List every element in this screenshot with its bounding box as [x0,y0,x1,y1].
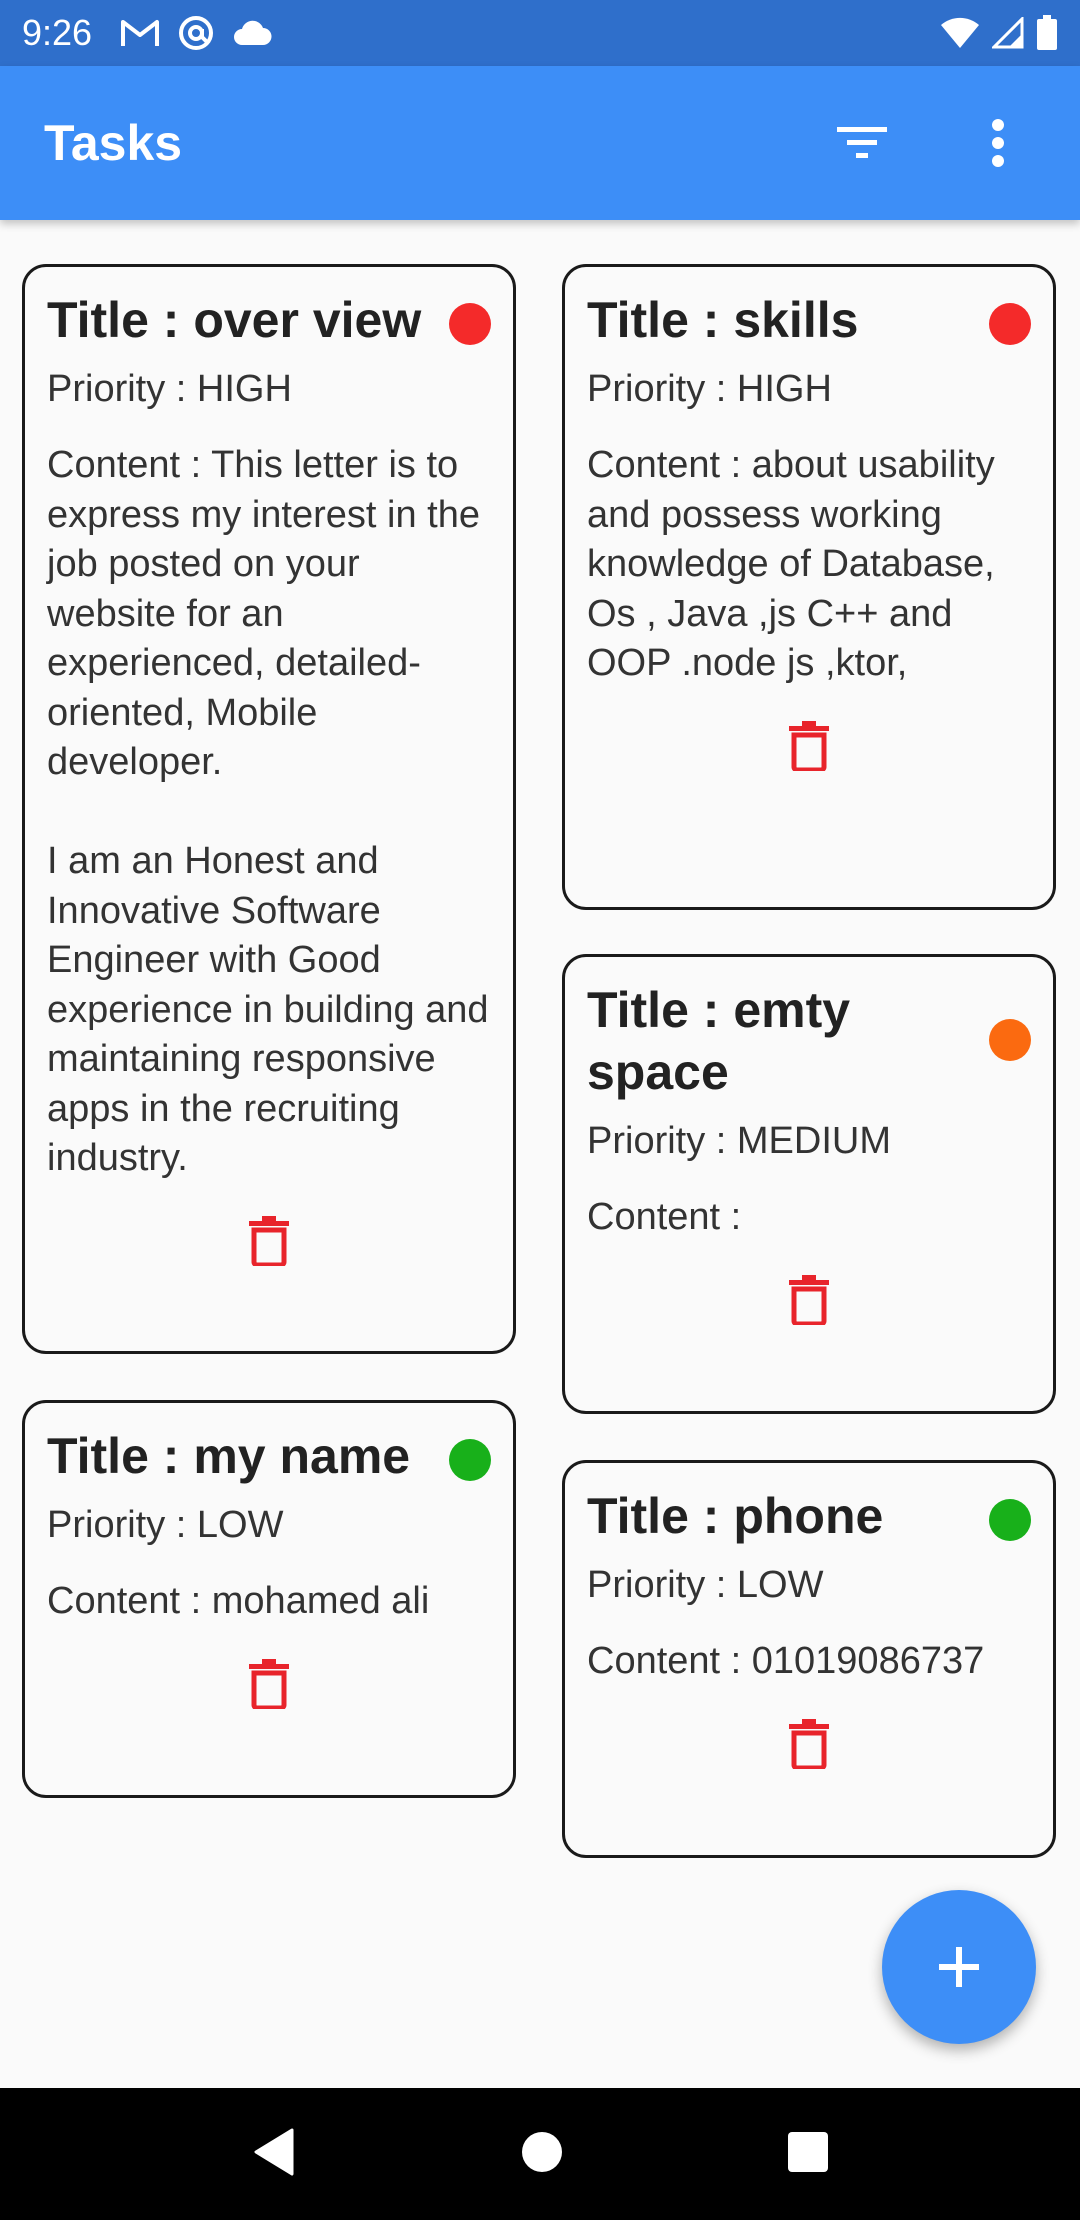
add-task-button[interactable] [882,1890,1036,2044]
filter-button[interactable] [824,105,900,181]
task-priority: Priority : LOW [47,1504,284,1546]
task-card[interactable]: Title : my name Priority : LOW Content :… [22,1400,516,1798]
delete-task-button[interactable] [587,689,1031,805]
gmail-icon [120,17,160,49]
trash-icon [789,1274,829,1325]
nav-home-button[interactable] [521,2131,563,2178]
delete-task-button[interactable] [587,1687,1031,1803]
plus-icon [939,1947,979,1987]
filter-icon [837,127,887,158]
trash-icon [249,1658,289,1709]
nav-recents-button[interactable] [787,2131,828,2177]
task-content: Content : mohamed ali [47,1580,430,1622]
priority-indicator-low [449,1439,491,1481]
task-card-header: Title : phone [587,1485,1031,1547]
task-title: Title : skills [587,292,859,348]
task-card[interactable]: Title : over view Priority : HIGH Conten… [22,264,516,1354]
task-priority: Priority : LOW [587,1564,824,1606]
task-content: Content : 01019086737 [587,1640,985,1682]
task-content: Content : about usability and possess wo… [587,444,995,684]
priority-indicator-high [449,303,491,345]
task-priority: Priority : MEDIUM [587,1120,891,1162]
more-options-button[interactable] [960,105,1036,181]
notification-icons [120,15,272,51]
task-card-header: Title : over view [47,289,491,351]
trash-icon [249,1215,289,1266]
home-icon [521,2131,562,2172]
delete-task-button[interactable] [47,1627,491,1743]
task-content: Content : [587,1196,742,1238]
status-bar: 9:26 [0,0,1080,66]
delete-task-button[interactable] [47,1184,491,1300]
trash-icon [789,1718,829,1769]
cloud-icon [232,19,272,47]
task-title: Title : over view [47,292,422,348]
task-title: Title : emty space [587,982,851,1100]
task-card[interactable]: Title : emty space Priority : MEDIUM Con… [562,954,1056,1414]
task-card[interactable]: Title : phone Priority : LOW Content : 0… [562,1460,1056,1858]
app-bar-actions [824,105,1036,181]
task-content: Content : This letter is to express my i… [47,444,489,1179]
task-card-header: Title : my name [47,1425,491,1487]
task-card-header: Title : skills [587,289,1031,351]
back-icon [254,2128,294,2175]
task-priority: Priority : HIGH [47,368,292,410]
task-card-header: Title : emty space [587,979,1031,1103]
system-icons [940,15,1058,51]
more-vert-icon [992,119,1004,167]
task-priority: Priority : HIGH [587,368,832,410]
trash-icon [789,720,829,771]
recents-icon [787,2131,828,2172]
app-bar: Tasks [0,66,1080,220]
page-title: Tasks [44,115,183,171]
status-time: 9:26 [22,12,93,53]
task-title: Title : phone [587,1488,884,1544]
nav-back-button[interactable] [252,2128,296,2181]
delete-task-button[interactable] [587,1243,1031,1359]
at-sign-icon [178,15,214,51]
wifi-icon [940,17,980,49]
priority-indicator-medium [989,1019,1031,1061]
priority-indicator-low [989,1499,1031,1541]
system-nav-bar [0,2088,1080,2220]
signal-icon [992,17,1024,49]
task-title: Title : my name [47,1428,411,1484]
battery-icon [1036,15,1058,51]
priority-indicator-high [989,303,1031,345]
task-card[interactable]: Title : skills Priority : HIGH Content :… [562,264,1056,910]
